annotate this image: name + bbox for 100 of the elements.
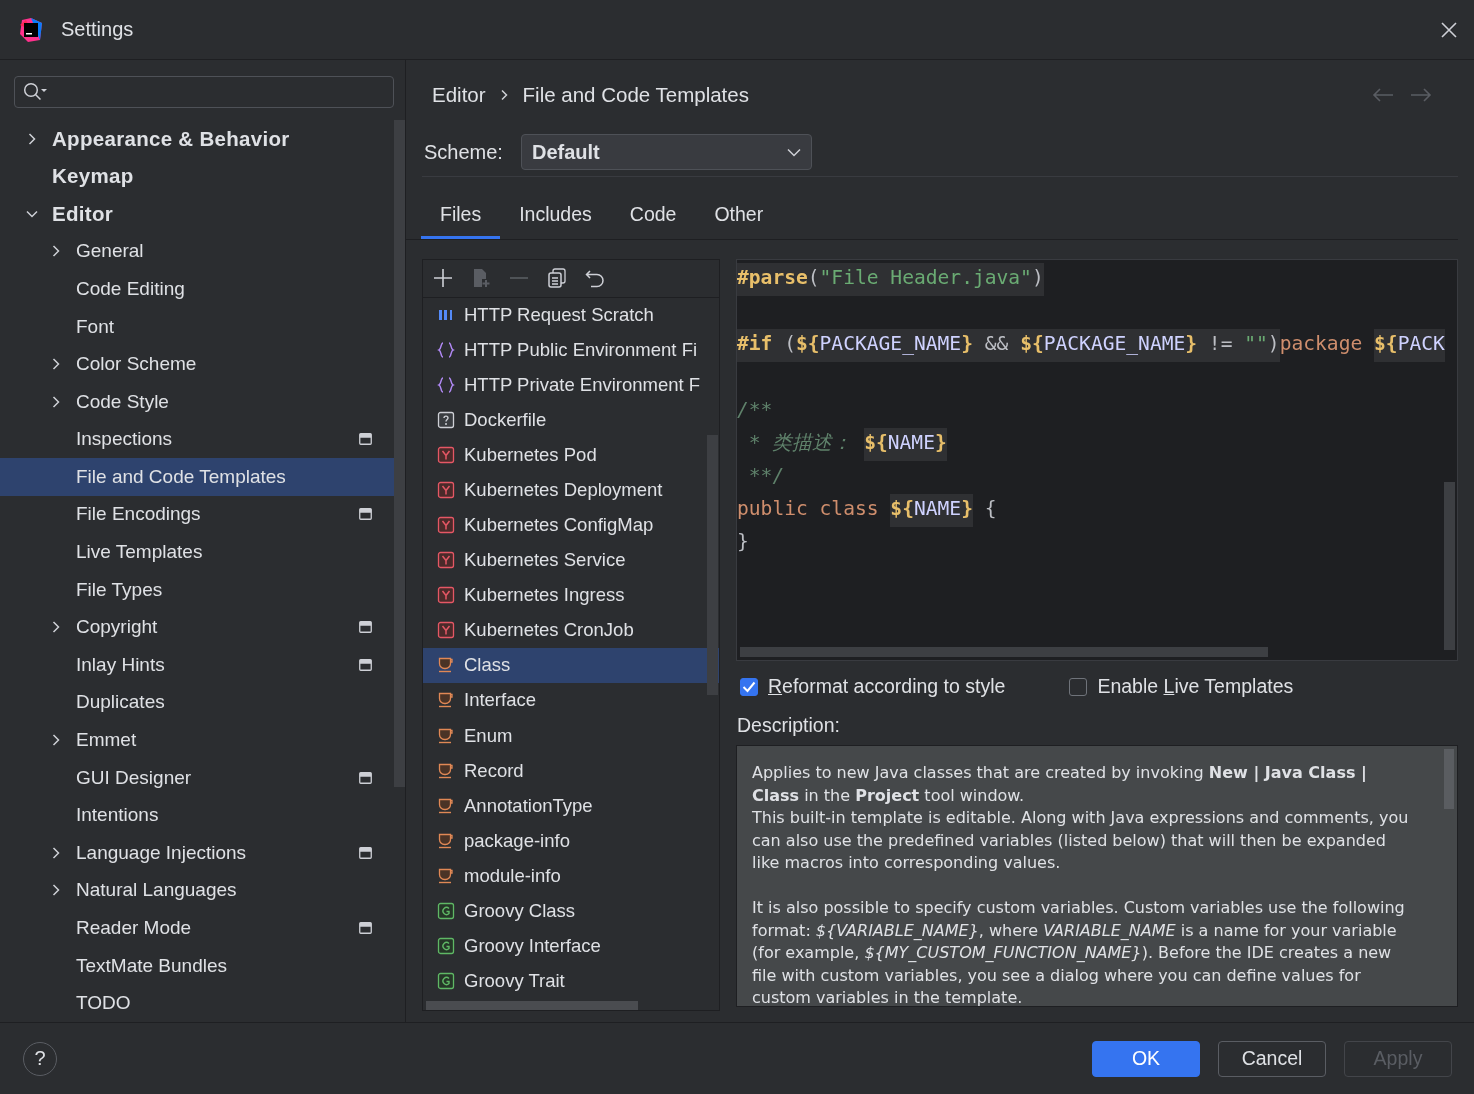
- tree-row[interactable]: File Encodings: [0, 495, 394, 534]
- code-token: PACKAGE_NAME: [1043, 329, 1186, 362]
- list-item[interactable]: Kubernetes Deployment: [423, 472, 719, 508]
- list-item[interactable]: Groovy Interface: [423, 928, 719, 964]
- search-field[interactable]: [14, 76, 394, 108]
- code-token: NAME: [887, 428, 935, 461]
- selected-tree-row[interactable]: File and Code Templates: [0, 458, 394, 496]
- tree-row[interactable]: Copyright: [0, 608, 394, 647]
- list-item[interactable]: HTTP Private Environment F: [423, 367, 719, 403]
- code-token: 类描述：: [772, 430, 854, 456]
- chevron-right-icon[interactable]: [50, 358, 62, 371]
- scrollbar[interactable]: [740, 647, 1268, 657]
- tree-row[interactable]: Code Style: [0, 382, 394, 421]
- ok-button[interactable]: OK: [1092, 1040, 1200, 1077]
- tree-row[interactable]: Emmet: [0, 721, 394, 759]
- chevron-right-icon[interactable]: [50, 734, 62, 747]
- scheme-label: Scheme:: [424, 140, 503, 164]
- tree-row[interactable]: Live Templates: [0, 533, 394, 571]
- tree-row[interactable]: Font: [0, 307, 394, 346]
- code-token: *: [747, 430, 762, 456]
- dialog-button[interactable]: Cancel: [1218, 1040, 1326, 1077]
- add-icon[interactable]: [433, 268, 453, 289]
- tab[interactable]: Code: [610, 195, 696, 239]
- description-label: Description:: [737, 714, 841, 737]
- tree-row[interactable]: Keymap: [0, 157, 394, 195]
- code-token: PACKAGE_NAME: [819, 329, 962, 362]
- search-icon: [23, 81, 49, 102]
- chevron-down-icon: [786, 147, 801, 157]
- list-item[interactable]: HTTP Public Environment Fi: [423, 332, 719, 368]
- chevron-right-icon[interactable]: [50, 621, 62, 634]
- scrollbar[interactable]: [1444, 482, 1455, 650]
- tree-row[interactable]: TODO: [0, 984, 394, 1022]
- chevron-right-icon[interactable]: [50, 884, 62, 897]
- scrollbar[interactable]: [426, 1001, 638, 1011]
- app-logo-icon: [18, 16, 44, 43]
- list-item[interactable]: package-info: [423, 823, 719, 859]
- checkbox-option[interactable]: Reformat according to style: [740, 675, 1006, 698]
- list-item[interactable]: Record: [423, 753, 719, 789]
- tree-row[interactable]: File Types: [0, 570, 394, 609]
- tree-row[interactable]: GUI Designer: [0, 758, 394, 797]
- tree-row[interactable]: Code Editing: [0, 270, 394, 308]
- tree-row[interactable]: Inlay Hints: [0, 646, 394, 684]
- list-item[interactable]: Kubernetes Pod: [423, 437, 719, 473]
- list-item[interactable]: Kubernetes Service: [423, 542, 719, 578]
- file-type-icon: [437, 481, 455, 500]
- list-item[interactable]: Dockerfile: [423, 402, 719, 438]
- undo-icon[interactable]: [585, 268, 605, 289]
- code-token: }: [961, 494, 973, 527]
- code-editor[interactable]: #parse("File Header.java") #if (${PACKAGE_NAME} && ${PACKAGE_NAME} != "")package ${PACK /** * 类描述： ${NAME} **/ public class ${NAME} { }: [736, 259, 1458, 661]
- tree-row[interactable]: TextMate Bundles: [0, 946, 394, 985]
- list-item[interactable]: HTTP Request Scratch: [423, 297, 719, 333]
- cup-icon: [437, 866, 455, 885]
- tab[interactable]: Other: [695, 195, 783, 239]
- code-token: (: [772, 329, 796, 362]
- list-item[interactable]: Enum: [423, 718, 719, 753]
- list-item[interactable]: Groovy Class: [423, 893, 719, 929]
- scrollbar[interactable]: [707, 435, 718, 695]
- tab[interactable]: Files: [421, 195, 501, 239]
- description-text: It is also possible to specify custom variables. Custom variables use the following format: ${VARIABLE_NAME}, where VARIABLE_NAME is a name for your variable (for example, ${MY_CUSTOM_FUNCTION_NAME}). Before the IDE creates a new file with custom variables, you see a dialog where you can define values for custom variables in the template.: [752, 896, 1406, 1006]
- tree-row[interactable]: General: [0, 232, 394, 271]
- code-token: ${: [796, 329, 820, 362]
- list-item[interactable]: Kubernetes Ingress: [423, 577, 719, 613]
- checkbox-option[interactable]: Enable Live Templates: [1069, 675, 1294, 698]
- tab[interactable]: Includes: [500, 195, 611, 239]
- list-item[interactable]: Class: [423, 647, 719, 683]
- list-item[interactable]: module-info: [423, 858, 719, 894]
- chevron-right-icon[interactable]: [50, 245, 62, 258]
- tree-row[interactable]: Appearance & Behavior: [0, 119, 394, 158]
- file-type-icon: [437, 936, 455, 955]
- tree-row[interactable]: Intentions: [0, 796, 394, 835]
- braces-icon: [437, 376, 455, 395]
- tree-row[interactable]: Color Scheme: [0, 345, 394, 383]
- list-item[interactable]: AnnotationType: [423, 788, 719, 824]
- chevron-right-icon[interactable]: [26, 132, 38, 145]
- list-item[interactable]: Kubernetes ConfigMap: [423, 507, 719, 543]
- copy-icon[interactable]: [547, 268, 567, 289]
- list-item[interactable]: Groovy Trait: [423, 963, 719, 999]
- list-item[interactable]: Interface: [423, 682, 719, 718]
- scheme-dropdown[interactable]: Default: [520, 134, 812, 170]
- close-icon[interactable]: [1440, 20, 1458, 39]
- code-token: public class: [737, 496, 880, 522]
- chevron-right-icon[interactable]: [50, 395, 62, 408]
- checkbox[interactable]: [740, 677, 758, 696]
- code-token: **/: [747, 463, 785, 489]
- cup-icon: [437, 726, 455, 745]
- tree-row[interactable]: Editor: [0, 194, 394, 233]
- chevron-right-icon[interactable]: [50, 846, 62, 859]
- tree-row[interactable]: Language Injections: [0, 834, 394, 872]
- checkbox[interactable]: [1069, 677, 1088, 696]
- code-token: &&: [972, 329, 1021, 362]
- scrollbar[interactable]: [394, 119, 405, 787]
- braces-icon: [437, 341, 455, 360]
- file-type-icon: [437, 621, 455, 640]
- list-item[interactable]: Kubernetes CronJob: [423, 612, 719, 648]
- breadcrumb-item[interactable]: Editor: [432, 83, 486, 107]
- tree-row[interactable]: Inspections: [0, 420, 394, 459]
- tree-row[interactable]: Duplicates: [0, 683, 394, 722]
- tree-row[interactable]: Natural Languages: [0, 871, 394, 910]
- tree-row[interactable]: Reader Mode: [0, 909, 394, 947]
- code-token: PACK: [1397, 329, 1445, 362]
